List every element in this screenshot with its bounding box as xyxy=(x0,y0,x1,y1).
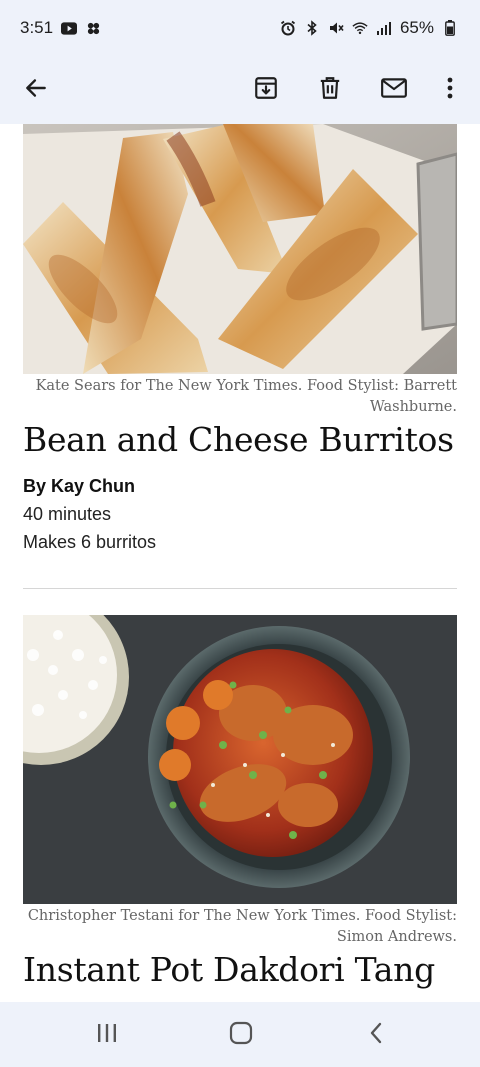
photo-caption: Christopher Testani for The New York Tim… xyxy=(27,908,457,945)
back-button[interactable] xyxy=(12,66,60,114)
back-icon xyxy=(369,1022,383,1049)
mute-icon xyxy=(328,20,344,36)
bluetooth-icon xyxy=(304,20,320,36)
recipe-time: 40 minutes xyxy=(23,504,112,524)
recipe-title[interactable]: Instant Pot Dakdori Tang xyxy=(23,950,463,989)
archive-icon xyxy=(253,75,279,106)
recipe-title[interactable]: Bean and Cheese Burritos xyxy=(23,420,463,459)
recents-button[interactable] xyxy=(77,1014,137,1056)
status-left: 3:51 xyxy=(20,18,101,38)
archive-button[interactable] xyxy=(242,66,290,114)
recents-icon xyxy=(96,1023,118,1048)
recipe-author: By Kay Chun xyxy=(23,476,136,496)
battery-percent: 65% xyxy=(399,18,434,37)
section-divider xyxy=(23,588,457,589)
recipe-yield: Makes 6 burritos xyxy=(23,532,157,552)
recipe-photo-burritos[interactable] xyxy=(23,124,459,374)
recipe-photo-dakdori-tang[interactable] xyxy=(0,589,457,904)
home-icon xyxy=(229,1021,253,1050)
email-body: Kate Sears for The New York Times. Food … xyxy=(0,124,480,1002)
nav-back-button[interactable] xyxy=(346,1014,406,1056)
status-time: 3:51 xyxy=(20,18,54,37)
more-vert-icon xyxy=(446,76,454,105)
home-button[interactable] xyxy=(211,1014,271,1056)
youtube-icon xyxy=(61,20,78,36)
pinwheel-icon xyxy=(85,20,101,36)
mark-unread-button[interactable] xyxy=(370,66,418,114)
alarm-icon xyxy=(280,20,296,36)
more-options-button[interactable] xyxy=(426,66,474,114)
battery-icon xyxy=(442,20,458,36)
back-arrow-icon xyxy=(23,75,49,106)
mail-icon xyxy=(380,75,408,106)
wifi-icon xyxy=(352,20,368,36)
system-nav-bar xyxy=(0,1002,480,1067)
photo-caption: Kate Sears for The New York Times. Food … xyxy=(35,378,457,415)
signal-icon xyxy=(376,20,392,36)
delete-icon xyxy=(317,75,343,106)
delete-button[interactable] xyxy=(306,66,354,114)
status-bar: 3:51 65% xyxy=(0,0,480,56)
status-right: 65% xyxy=(280,18,458,38)
app-bar xyxy=(0,56,480,124)
